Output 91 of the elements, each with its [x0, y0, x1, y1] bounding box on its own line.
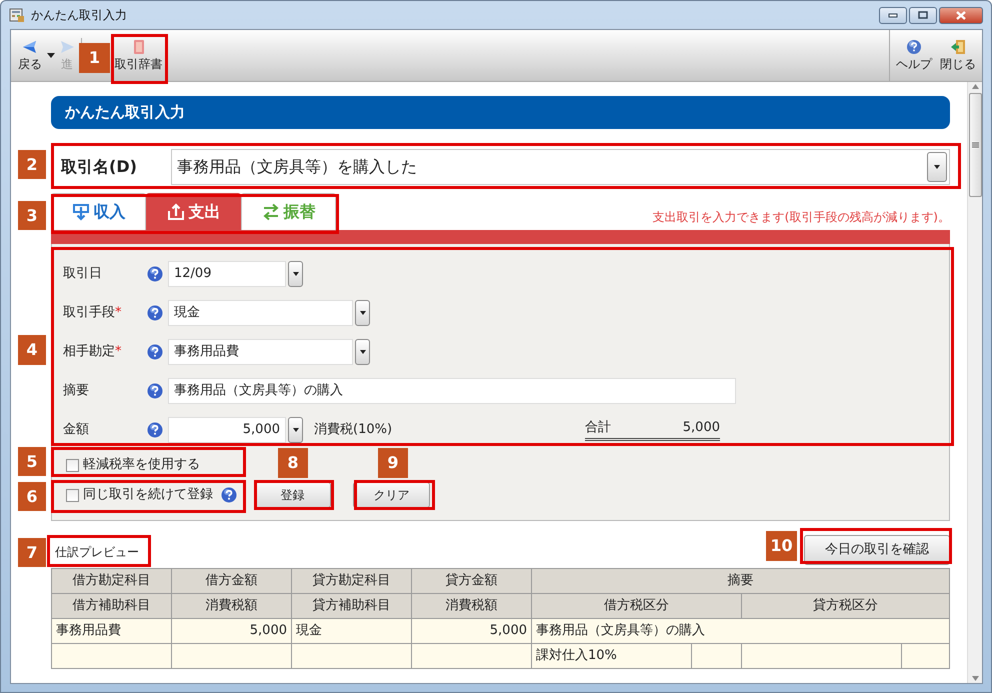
- total-label: 合計: [585, 419, 611, 438]
- table-cell: 課対仕入10%: [532, 644, 692, 668]
- dropdown-button[interactable]: [288, 416, 303, 442]
- exit-door-icon: [950, 38, 966, 54]
- column-header: 借方勘定科目: [52, 568, 172, 594]
- caret-icon: [290, 426, 300, 434]
- callout-number: 3: [18, 201, 46, 230]
- scrollbar-thumb[interactable]: [968, 93, 982, 197]
- table-cell: 5,000: [412, 618, 532, 644]
- callout-number: 10: [766, 531, 797, 561]
- amount-field[interactable]: 5,000: [168, 416, 286, 442]
- dropdown-field[interactable]: 事務用品費: [168, 338, 353, 364]
- tax-label: 消費税(10%): [314, 420, 394, 439]
- table-cell: 5,000: [172, 618, 292, 644]
- trade-name-combo[interactable]: 事務用品（文房具等）を購入した: [171, 148, 950, 184]
- callout-number: 4: [18, 335, 46, 365]
- column-header: 消費税額: [172, 594, 292, 618]
- help-icon[interactable]: [147, 344, 163, 360]
- toolbar-button[interactable]: ヘルプ: [892, 30, 936, 81]
- dropdown-button[interactable]: [355, 338, 370, 364]
- section-header: かんたん取引入力: [51, 96, 950, 129]
- column-header: 貸方勘定科目: [292, 568, 412, 594]
- table-cell: [692, 644, 742, 668]
- swap-arrows-icon: [262, 203, 280, 221]
- highlight-frame: [111, 34, 168, 84]
- column-header: 消費税額: [412, 594, 532, 618]
- dropdown-button[interactable]: [288, 260, 303, 286]
- callout-number: 6: [18, 482, 46, 511]
- forward-arrow-icon: [59, 38, 75, 54]
- caret-icon: [47, 52, 55, 58]
- callout-number: 1: [79, 43, 110, 73]
- dropdown-button[interactable]: [355, 300, 370, 326]
- field-label: 摘要: [63, 382, 90, 400]
- hint-text: 支出取引を入力できます(取引手段の残高が減ります)。: [652, 208, 950, 226]
- window-title: かんたん取引入力: [31, 7, 127, 24]
- help-icon[interactable]: [147, 422, 163, 438]
- callout-number: 2: [18, 150, 46, 179]
- toolbar-button[interactable]: 閉じる: [936, 30, 980, 81]
- caret-icon: [358, 308, 368, 316]
- field-label: 取引手段*: [63, 304, 122, 322]
- toolbar-button[interactable]: 取引辞書: [113, 30, 164, 81]
- table-cell: [902, 644, 950, 668]
- close-icon: [956, 10, 966, 20]
- column-header: 借方税区分: [532, 594, 742, 618]
- toolbar-button[interactable]: 戻る: [15, 30, 45, 81]
- field-label: 相手勘定*: [63, 342, 122, 361]
- upload-icon: [166, 203, 184, 221]
- help-icon: [906, 38, 922, 54]
- dropdown-field[interactable]: 12/09: [168, 260, 286, 286]
- field-label: 取引名(D): [60, 156, 138, 178]
- scroll-down-icon[interactable]: [972, 676, 978, 681]
- back-arrow-icon: [22, 38, 38, 54]
- dropdown-field[interactable]: 現金: [168, 300, 353, 326]
- checkbox[interactable]: [66, 458, 79, 472]
- column-header: 貸方税区分: [742, 594, 950, 618]
- close-button[interactable]: [939, 6, 983, 24]
- maximize-icon: [918, 11, 928, 19]
- callout-number: 9: [378, 448, 408, 478]
- help-icon[interactable]: [147, 304, 163, 320]
- caret-icon: [932, 162, 942, 170]
- app-icon: [9, 7, 25, 23]
- minimize-button[interactable]: [879, 6, 907, 24]
- table-cell: 事務用品（文房具等）の購入: [532, 618, 950, 644]
- table-cell: 事務用品費: [52, 618, 172, 644]
- column-header: 借方金額: [172, 568, 292, 594]
- help-icon[interactable]: [147, 382, 163, 398]
- caret-icon: [290, 270, 300, 278]
- text-field[interactable]: 事務用品（文房具等）の購入: [168, 378, 736, 404]
- column-header: 貸方金額: [412, 568, 532, 594]
- field-label: 金額: [63, 420, 90, 439]
- caret-icon: [358, 348, 368, 356]
- inbox-arrow-icon: [72, 203, 90, 221]
- table-cell: 現金: [292, 618, 412, 644]
- callout-number: 8: [278, 448, 308, 478]
- column-header: 貸方補助科目: [292, 594, 412, 618]
- checkbox-label: 軽減税率を使用する: [83, 456, 200, 474]
- field-label: 取引日: [63, 264, 103, 283]
- callout-number: 5: [18, 447, 46, 476]
- help-icon[interactable]: [147, 266, 163, 282]
- column-header: 摘要: [532, 568, 950, 594]
- column-header: 借方補助科目: [52, 594, 172, 618]
- help-icon[interactable]: [221, 487, 237, 503]
- checkbox-label: 同じ取引を続けて登録: [83, 486, 213, 504]
- minimize-icon: [888, 12, 898, 18]
- checkbox[interactable]: [66, 488, 79, 502]
- section-title: 仕訳プレビュー: [55, 545, 139, 559]
- scroll-up-icon[interactable]: [972, 84, 978, 89]
- callout-number: 7: [18, 538, 46, 567]
- total-value: 5,000: [682, 419, 720, 438]
- maximize-button[interactable]: [909, 6, 937, 24]
- tab[interactable]: 支出: [146, 193, 241, 230]
